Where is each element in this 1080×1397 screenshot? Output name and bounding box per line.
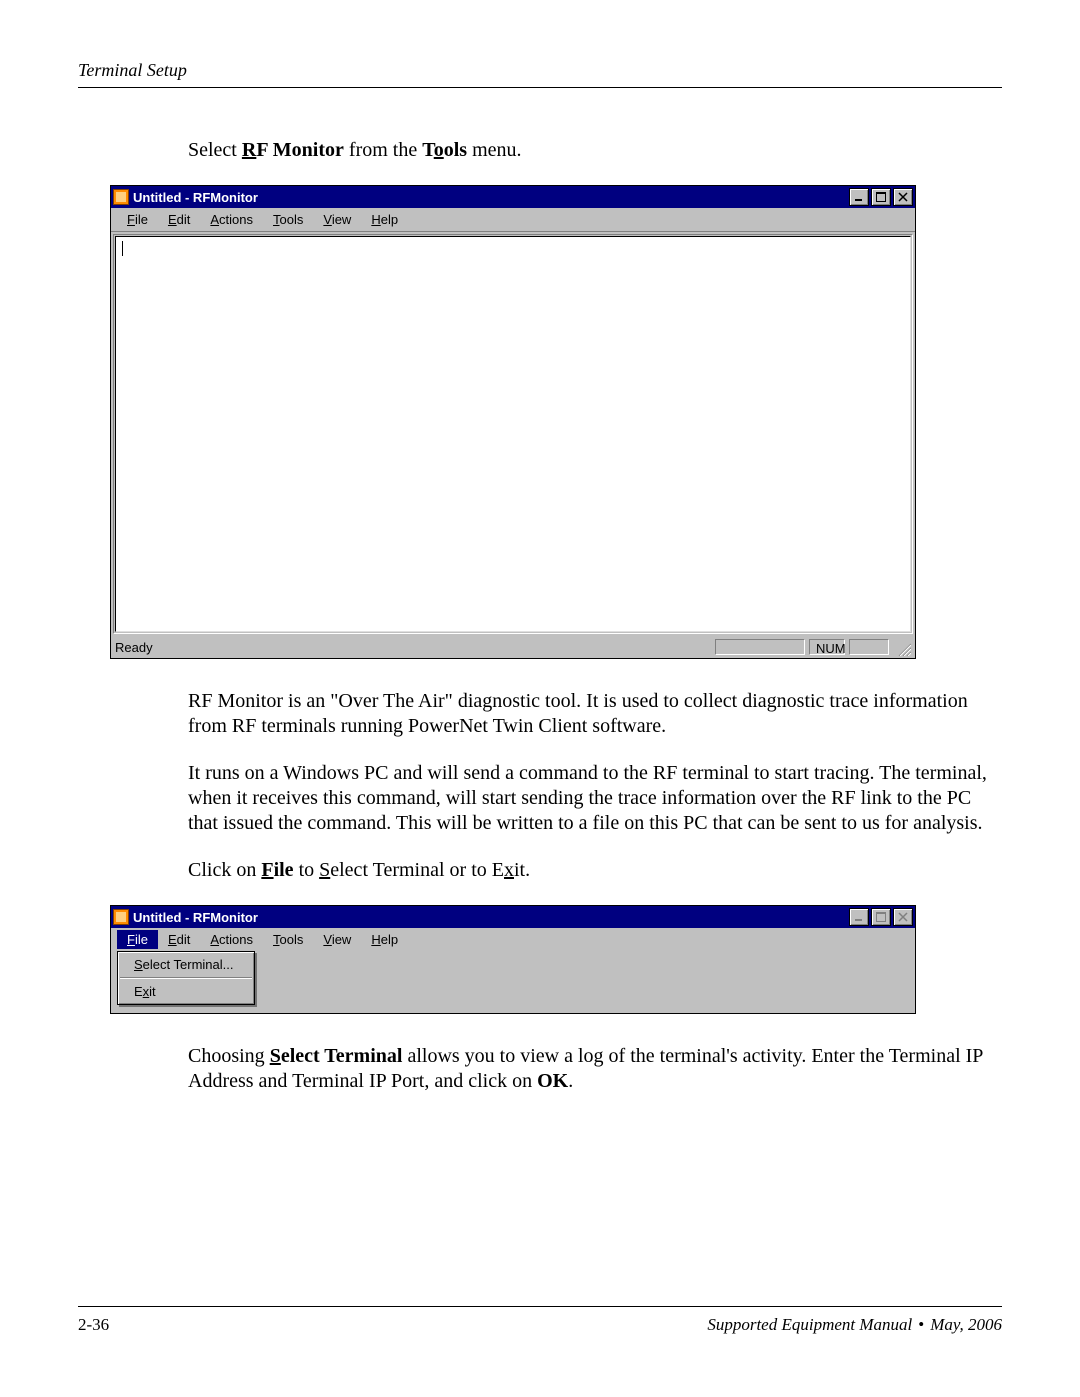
app-icon bbox=[113, 189, 129, 205]
paragraph-rf-monitor-how: It runs on a Windows PC and will send a … bbox=[188, 761, 1002, 836]
running-header: Terminal Setup bbox=[78, 60, 1002, 81]
menu-tools[interactable]: Tools bbox=[263, 930, 313, 949]
menu-separator bbox=[120, 977, 252, 979]
menu-actions[interactable]: Actions bbox=[200, 210, 263, 229]
file-dropdown: Select Terminal... Exit bbox=[117, 951, 255, 1005]
menubar: File Select Terminal... Exit Edit Action… bbox=[111, 928, 915, 951]
titlebar[interactable]: Untitled - RFMonitor bbox=[111, 186, 915, 208]
close-button[interactable] bbox=[893, 908, 913, 926]
maximize-button[interactable] bbox=[871, 908, 891, 926]
maximize-button[interactable] bbox=[871, 188, 891, 206]
status-ready: Ready bbox=[115, 640, 153, 655]
menu-tools[interactable]: Tools bbox=[263, 210, 313, 229]
menu-item-exit[interactable]: Exit bbox=[120, 981, 252, 1002]
menu-help[interactable]: Help bbox=[361, 210, 408, 229]
menu-edit[interactable]: Edit bbox=[158, 210, 200, 229]
menu-help[interactable]: Help bbox=[361, 930, 408, 949]
menubar: File Edit Actions Tools View Help bbox=[111, 208, 915, 232]
menu-view[interactable]: View bbox=[313, 930, 361, 949]
client-area[interactable] bbox=[115, 236, 911, 632]
menu-file[interactable]: File bbox=[117, 210, 158, 229]
titlebar[interactable]: Untitled - RFMonitor bbox=[111, 906, 915, 928]
footer-rule bbox=[78, 1306, 1002, 1307]
minimize-button[interactable] bbox=[849, 188, 869, 206]
rfmonitor-window-file-open: Untitled - RFMonitor File S bbox=[110, 905, 916, 1014]
menu-actions[interactable]: Actions bbox=[200, 930, 263, 949]
minimize-button[interactable] bbox=[849, 908, 869, 926]
status-panel-empty-2 bbox=[849, 639, 889, 655]
statusbar: Ready NUM bbox=[111, 636, 915, 658]
instruction-click-file: Click on File to Select Terminal or to E… bbox=[188, 858, 1002, 883]
menu-file[interactable]: File Select Terminal... Exit bbox=[117, 930, 158, 949]
menu-view[interactable]: View bbox=[313, 210, 361, 229]
rfmonitor-window-main: Untitled - RFMonitor File Edit Actions T… bbox=[110, 185, 916, 659]
status-numlock: NUM bbox=[809, 639, 845, 655]
resize-grip-icon[interactable] bbox=[893, 638, 911, 656]
paragraph-select-terminal-desc: Choosing Select Terminal allows you to v… bbox=[188, 1044, 1002, 1094]
page-number: 2-36 bbox=[78, 1315, 109, 1335]
text-caret bbox=[122, 241, 123, 256]
footer-manual-date: Supported Equipment Manual•May, 2006 bbox=[707, 1315, 1002, 1335]
paragraph-rf-monitor-desc: RF Monitor is an "Over The Air" diagnost… bbox=[188, 689, 1002, 739]
page-footer: 2-36 Supported Equipment Manual•May, 200… bbox=[78, 1306, 1002, 1335]
header-rule bbox=[78, 87, 1002, 88]
app-icon bbox=[113, 909, 129, 925]
menu-edit[interactable]: Edit bbox=[158, 930, 200, 949]
menu-item-select-terminal[interactable]: Select Terminal... bbox=[120, 954, 252, 975]
window-title: Untitled - RFMonitor bbox=[133, 190, 849, 205]
window-title: Untitled - RFMonitor bbox=[133, 910, 849, 925]
close-button[interactable] bbox=[893, 188, 913, 206]
status-panel-empty-1 bbox=[715, 639, 805, 655]
instruction-select-rf-monitor: Select RF Monitor from the Tools menu. bbox=[188, 138, 1002, 163]
